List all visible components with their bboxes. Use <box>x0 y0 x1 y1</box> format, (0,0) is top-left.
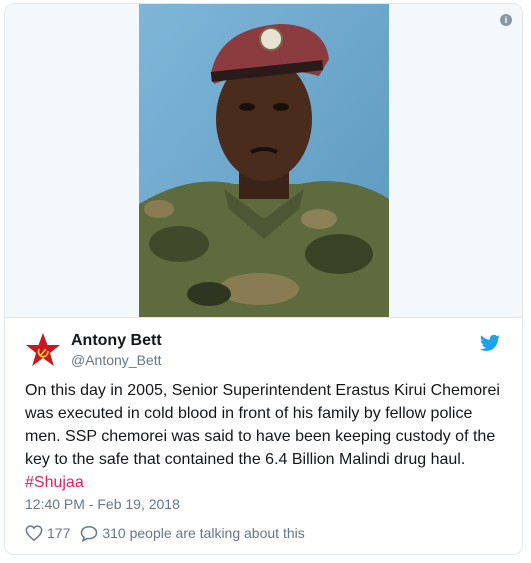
tweet-timestamp[interactable]: 12:40 PM - Feb 19, 2018 <box>25 496 180 512</box>
conversation-button[interactable]: 310 people are talking about this <box>80 525 305 542</box>
tweet-body: On this day in 2005, Senior Superintende… <box>25 382 500 468</box>
twitter-bird-icon[interactable] <box>480 334 500 352</box>
tweet-card: i Antony Bett @Antony_Bett On this day i… <box>4 3 523 555</box>
author-handle[interactable]: @Antony_Bett <box>71 352 162 368</box>
hashtag-link[interactable]: #Shujaa <box>25 474 84 491</box>
tweet-media[interactable]: i <box>5 4 522 318</box>
like-button[interactable]: 177 <box>25 525 70 541</box>
conversation-label: 310 people are talking about this <box>102 525 305 541</box>
heart-icon <box>25 525 43 541</box>
author-name[interactable]: Antony Bett <box>71 332 162 350</box>
tweet-actions: 177 310 people are talking about this <box>25 523 315 543</box>
speech-bubble-icon <box>81 525 98 542</box>
info-icon[interactable]: i <box>500 14 512 26</box>
tweet-photo[interactable] <box>139 4 389 317</box>
officer-photo <box>139 4 389 317</box>
tweet-text: On this day in 2005, Senior Superintende… <box>25 379 505 494</box>
likes-count: 177 <box>47 525 71 541</box>
star-hammer-sickle-icon[interactable] <box>25 332 61 368</box>
tweet-header: Antony Bett @Antony_Bett <box>25 330 502 370</box>
